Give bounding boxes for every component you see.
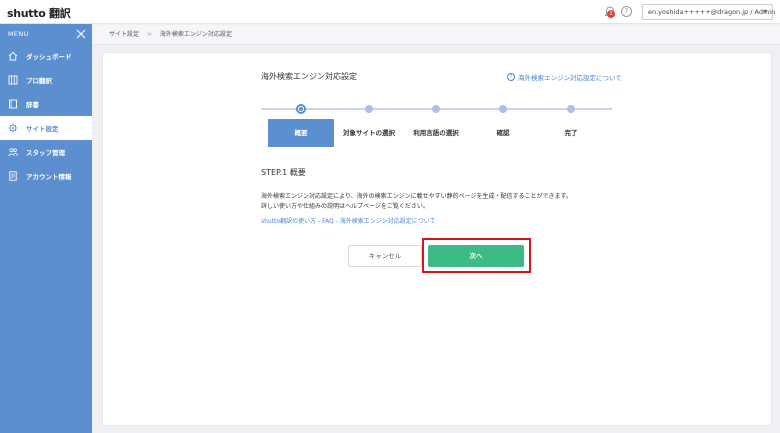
breadcrumb-separator: >	[146, 31, 152, 38]
sidebar-item-dictionary[interactable]: 辞書	[0, 92, 92, 116]
step-heading: STEP.1 概要	[261, 168, 306, 177]
breadcrumb: サイト設定 > 海外検索エンジン対応設定	[92, 25, 780, 45]
breadcrumb-item-site-settings[interactable]: サイト設定	[109, 31, 139, 38]
gear-icon	[8, 123, 18, 133]
step-dot-1	[296, 104, 306, 114]
sidebar-item-staff[interactable]: スタッフ管理	[0, 140, 92, 164]
help-link[interactable]: ? 海外検索エンジン対応設定について	[507, 72, 622, 82]
step-label-overview: 概要	[268, 119, 334, 147]
document-icon	[9, 171, 17, 181]
sidebar: MENU ダッシュボード プロ翻訳 辞書 サイト設定 スタッフ管理 アカウント情…	[0, 24, 92, 433]
top-bar: shutto 翻訳 1 ? en.yoshida+++++@dragon.jp …	[0, 0, 780, 24]
sidebar-item-label: サイト設定	[26, 125, 59, 133]
user-account-select[interactable]: en.yoshida+++++@dragon.jp / Admin ▼	[642, 4, 776, 20]
sidebar-item-account[interactable]: アカウント情報	[0, 164, 92, 188]
step-description: 海外検索エンジン対応設定により、海外の検索エンジンに載せやすい静的ページを生成・…	[261, 192, 621, 212]
close-icon[interactable]	[76, 29, 86, 39]
chevron-down-icon: ▼	[763, 9, 767, 15]
next-button[interactable]: 次へ	[428, 245, 524, 267]
sidebar-item-label: プロ翻訳	[26, 77, 52, 85]
menu-label: MENU	[8, 30, 29, 38]
app-logo[interactable]: shutto 翻訳	[7, 5, 71, 21]
help-icon[interactable]: ?	[621, 6, 632, 17]
sidebar-item-label: スタッフ管理	[26, 149, 65, 157]
question-icon: ?	[507, 73, 515, 81]
page-title: 海外検索エンジン対応設定	[261, 72, 357, 81]
staff-icon	[8, 148, 18, 157]
notification-badge: 1	[607, 10, 615, 18]
sidebar-item-label: アカウント情報	[26, 173, 72, 181]
book-icon	[9, 99, 17, 109]
description-line-1: 海外検索エンジン対応設定により、海外の検索エンジンに載せやすい静的ページを生成・…	[261, 193, 572, 200]
sidebar-item-dashboard[interactable]: ダッシュボード	[0, 44, 92, 68]
step-dot-5	[567, 105, 575, 113]
sidebar-item-pro-translation[interactable]: プロ翻訳	[0, 68, 92, 92]
step-dot-3	[432, 105, 440, 113]
step-label-complete: 完了	[564, 129, 578, 137]
sidebar-item-label: 辞書	[26, 101, 39, 109]
step-dot-2	[365, 105, 373, 113]
cancel-button[interactable]: キャンセル	[348, 245, 422, 267]
step-label-confirm: 確認	[496, 129, 510, 137]
description-line-2: 詳しい使い方や仕組みの説明はヘルプページをご覧ください。	[261, 203, 429, 210]
menu-header: MENU	[0, 24, 92, 44]
step-dot-4	[499, 105, 507, 113]
help-links[interactable]: shutto翻訳の使い方 - FAQ - 海外検索エンジン対応設定について	[261, 216, 436, 225]
sidebar-item-site-settings[interactable]: サイト設定	[0, 116, 92, 140]
breadcrumb-item-current: 海外検索エンジン対応設定	[159, 31, 232, 38]
grid-icon	[8, 75, 18, 85]
user-account-label: en.yoshida+++++@dragon.jp / Admin	[648, 8, 776, 16]
step-label-language: 利用言語の選択	[413, 129, 459, 137]
sidebar-item-label: ダッシュボード	[26, 53, 72, 61]
step-label-target-site: 対象サイトの選択	[343, 129, 395, 137]
help-link-text: 海外検索エンジン対応設定について	[518, 74, 622, 82]
home-icon	[8, 51, 18, 61]
